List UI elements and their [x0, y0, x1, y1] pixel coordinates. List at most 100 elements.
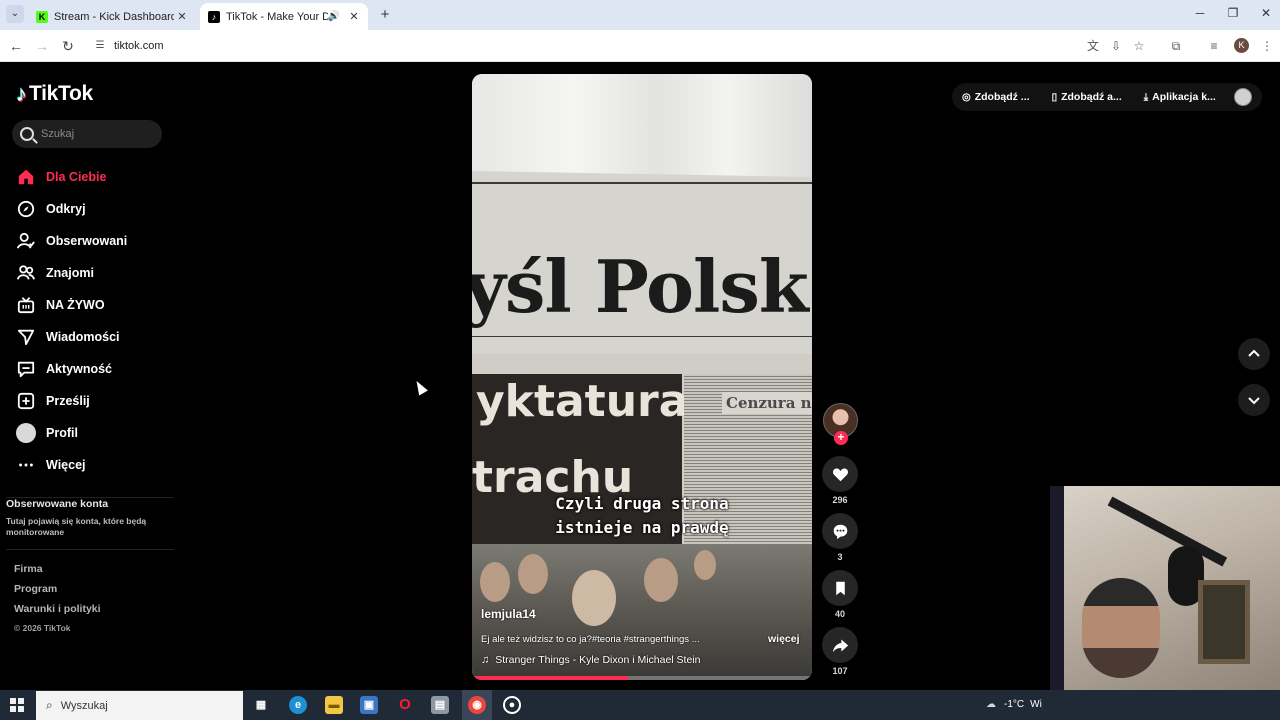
- translate-icon[interactable]: 文: [1085, 38, 1101, 54]
- footer-link-terms[interactable]: Warunki i polityki: [14, 603, 101, 623]
- media-control-icon[interactable]: ≡: [1206, 38, 1222, 54]
- previous-video-button[interactable]: [1238, 338, 1270, 370]
- menu-kebab-icon[interactable]: ⋮: [1259, 38, 1275, 54]
- footer-link-program[interactable]: Program: [14, 583, 101, 603]
- save-button[interactable]: [822, 570, 858, 606]
- browser-profile-avatar[interactable]: K: [1234, 38, 1249, 53]
- sidebar-item-explore[interactable]: Odkryj: [16, 193, 176, 225]
- divider: [6, 549, 174, 550]
- tab-kick-dashboard[interactable]: K Stream - Kick Dashboard ✕: [28, 3, 196, 30]
- like-action[interactable]: 296: [820, 456, 860, 505]
- app-icon[interactable]: ▤: [431, 696, 449, 714]
- avatar: [16, 423, 36, 443]
- share-button[interactable]: [822, 627, 858, 663]
- extensions-icon[interactable]: ⧉: [1168, 38, 1184, 54]
- top-actions-bar: ◎ Zdobądź ... ▯ Zdobądź a... ⤓ Aplikacja…: [952, 83, 1262, 111]
- back-icon[interactable]: ←: [7, 37, 25, 55]
- weather-widget[interactable]: ☁ -1°C Wi: [986, 699, 1042, 710]
- sidebar-item-friends[interactable]: Znajomi: [16, 257, 176, 289]
- friends-icon: [16, 263, 36, 283]
- mouse-cursor-icon: [412, 378, 428, 396]
- video-progress-bar[interactable]: [472, 676, 812, 680]
- person-head: [518, 554, 548, 594]
- tab-title: TikTok - Make Your Day: [226, 10, 328, 23]
- kick-icon: K: [36, 10, 48, 23]
- minimize-icon[interactable]: ─: [1190, 6, 1210, 20]
- store-icon[interactable]: ▣: [360, 696, 378, 714]
- more-button[interactable]: więcej: [768, 633, 800, 645]
- sidebar-item-following[interactable]: Obserwowani: [16, 225, 176, 257]
- edge-icon[interactable]: e: [289, 696, 307, 714]
- sidebar-item-more[interactable]: Więcej: [16, 449, 176, 481]
- chevron-down-icon: [1248, 397, 1260, 405]
- get-coins-button[interactable]: ◎ Zdobądź ...: [962, 91, 1030, 103]
- weather-cloud-icon: ☁: [986, 699, 996, 710]
- video-player[interactable]: yśl Polsk yktatura trachu Cenzura nie p …: [472, 74, 812, 680]
- save-action[interactable]: 40: [820, 570, 860, 619]
- taskbar-search[interactable]: ⌕ Wyszukaj: [36, 691, 243, 720]
- sidebar-item-label: Aktywność: [46, 362, 112, 376]
- tab-tiktok[interactable]: ♪ TikTok - Make Your Day 🔊 ✕: [200, 3, 368, 30]
- search-box[interactable]: [12, 120, 162, 148]
- tab-list-button[interactable]: ⌄: [6, 5, 24, 23]
- next-video-button[interactable]: [1238, 384, 1270, 416]
- video-progress-fill: [472, 676, 629, 680]
- file-explorer-icon[interactable]: ▬: [325, 696, 343, 714]
- windows-taskbar: ⌕ Wyszukaj ▦ e ▬ ▣ O ▤ ◉ ● ☁ -1°C Wi: [0, 690, 1280, 720]
- webcam-overlay: [1050, 486, 1280, 690]
- obs-icon[interactable]: ●: [503, 696, 521, 714]
- site-info-icon[interactable]: ☰: [92, 38, 108, 54]
- get-app-button[interactable]: ▯ Zdobądź a...: [1052, 91, 1122, 103]
- newspaper-rule: [472, 182, 812, 184]
- windows-start-icon[interactable]: [10, 698, 24, 712]
- new-tab-button[interactable]: +: [376, 6, 394, 24]
- logo-text: TikTok: [29, 82, 93, 105]
- person-head: [644, 558, 678, 602]
- newspaper-headline-1: yktatura: [476, 376, 689, 427]
- get-app-label: Zdobądź a...: [1061, 91, 1122, 103]
- close-icon[interactable]: ✕: [174, 10, 190, 23]
- video-music[interactable]: ♫ Stranger Things - Kyle Dixon i Michael…: [481, 654, 700, 666]
- chrome-icon[interactable]: ◉: [468, 696, 486, 714]
- bookmark-star-icon[interactable]: ☆: [1131, 38, 1147, 54]
- sidebar-item-for-you[interactable]: Dla Ciebie: [16, 161, 176, 193]
- search-input[interactable]: [41, 128, 151, 140]
- tiktok-icon: ♪: [208, 10, 220, 23]
- desktop-app-button[interactable]: ⤓ Aplikacja k...: [1144, 91, 1216, 103]
- search-icon: ⌕: [46, 698, 53, 712]
- restore-icon[interactable]: ❐: [1223, 6, 1243, 20]
- video-caption: Czyli druga strona istnieje na prawdę: [472, 492, 812, 540]
- followed-accounts-desc: Tutaj pojawią się konta, które będą moni…: [6, 516, 147, 537]
- comment-action[interactable]: 3: [820, 513, 860, 562]
- video-frame-curtain: [472, 74, 812, 186]
- sidebar-item-activity[interactable]: Aktywność: [16, 353, 176, 385]
- window-close-icon[interactable]: ✕: [1256, 6, 1276, 20]
- task-view-icon[interactable]: ▦: [252, 696, 270, 714]
- share-icon: [832, 639, 848, 652]
- speaker-icon[interactable]: 🔊: [328, 11, 340, 22]
- following-icon: [16, 231, 36, 251]
- sidebar-item-live[interactable]: NA ŻYWO: [16, 289, 176, 321]
- opera-icon[interactable]: O: [396, 696, 414, 714]
- follow-plus-icon[interactable]: +: [834, 431, 848, 445]
- phone-icon: ▯: [1051, 91, 1058, 103]
- like-button[interactable]: [822, 456, 858, 492]
- sidebar-item-upload[interactable]: Prześlij: [16, 385, 176, 417]
- tiktok-logo[interactable]: ♪ TikTok: [16, 81, 93, 107]
- sidebar-item-profile[interactable]: Profil: [16, 417, 176, 449]
- comment-button[interactable]: [822, 513, 858, 549]
- forward-icon[interactable]: →: [33, 37, 51, 55]
- followed-accounts-title: Obserwowane konta: [6, 498, 109, 510]
- footer-link-company[interactable]: Firma: [14, 563, 101, 583]
- bookmark-icon: [835, 581, 845, 595]
- sidebar-item-label: Dla Ciebie: [46, 170, 107, 184]
- video-author[interactable]: lemjula14: [481, 607, 536, 621]
- install-icon[interactable]: ⇩: [1108, 38, 1124, 54]
- reload-icon[interactable]: ↻: [59, 37, 77, 55]
- sidebar-nav: Dla Ciebie Odkryj Obserwowani Znajomi NA…: [16, 161, 176, 481]
- close-icon[interactable]: ✕: [346, 10, 362, 23]
- sidebar-item-messages[interactable]: Wiadomości: [16, 321, 176, 353]
- user-avatar[interactable]: [1234, 88, 1252, 106]
- address-bar[interactable]: ☰ tiktok.com: [84, 34, 1094, 58]
- share-action[interactable]: 107: [820, 627, 860, 676]
